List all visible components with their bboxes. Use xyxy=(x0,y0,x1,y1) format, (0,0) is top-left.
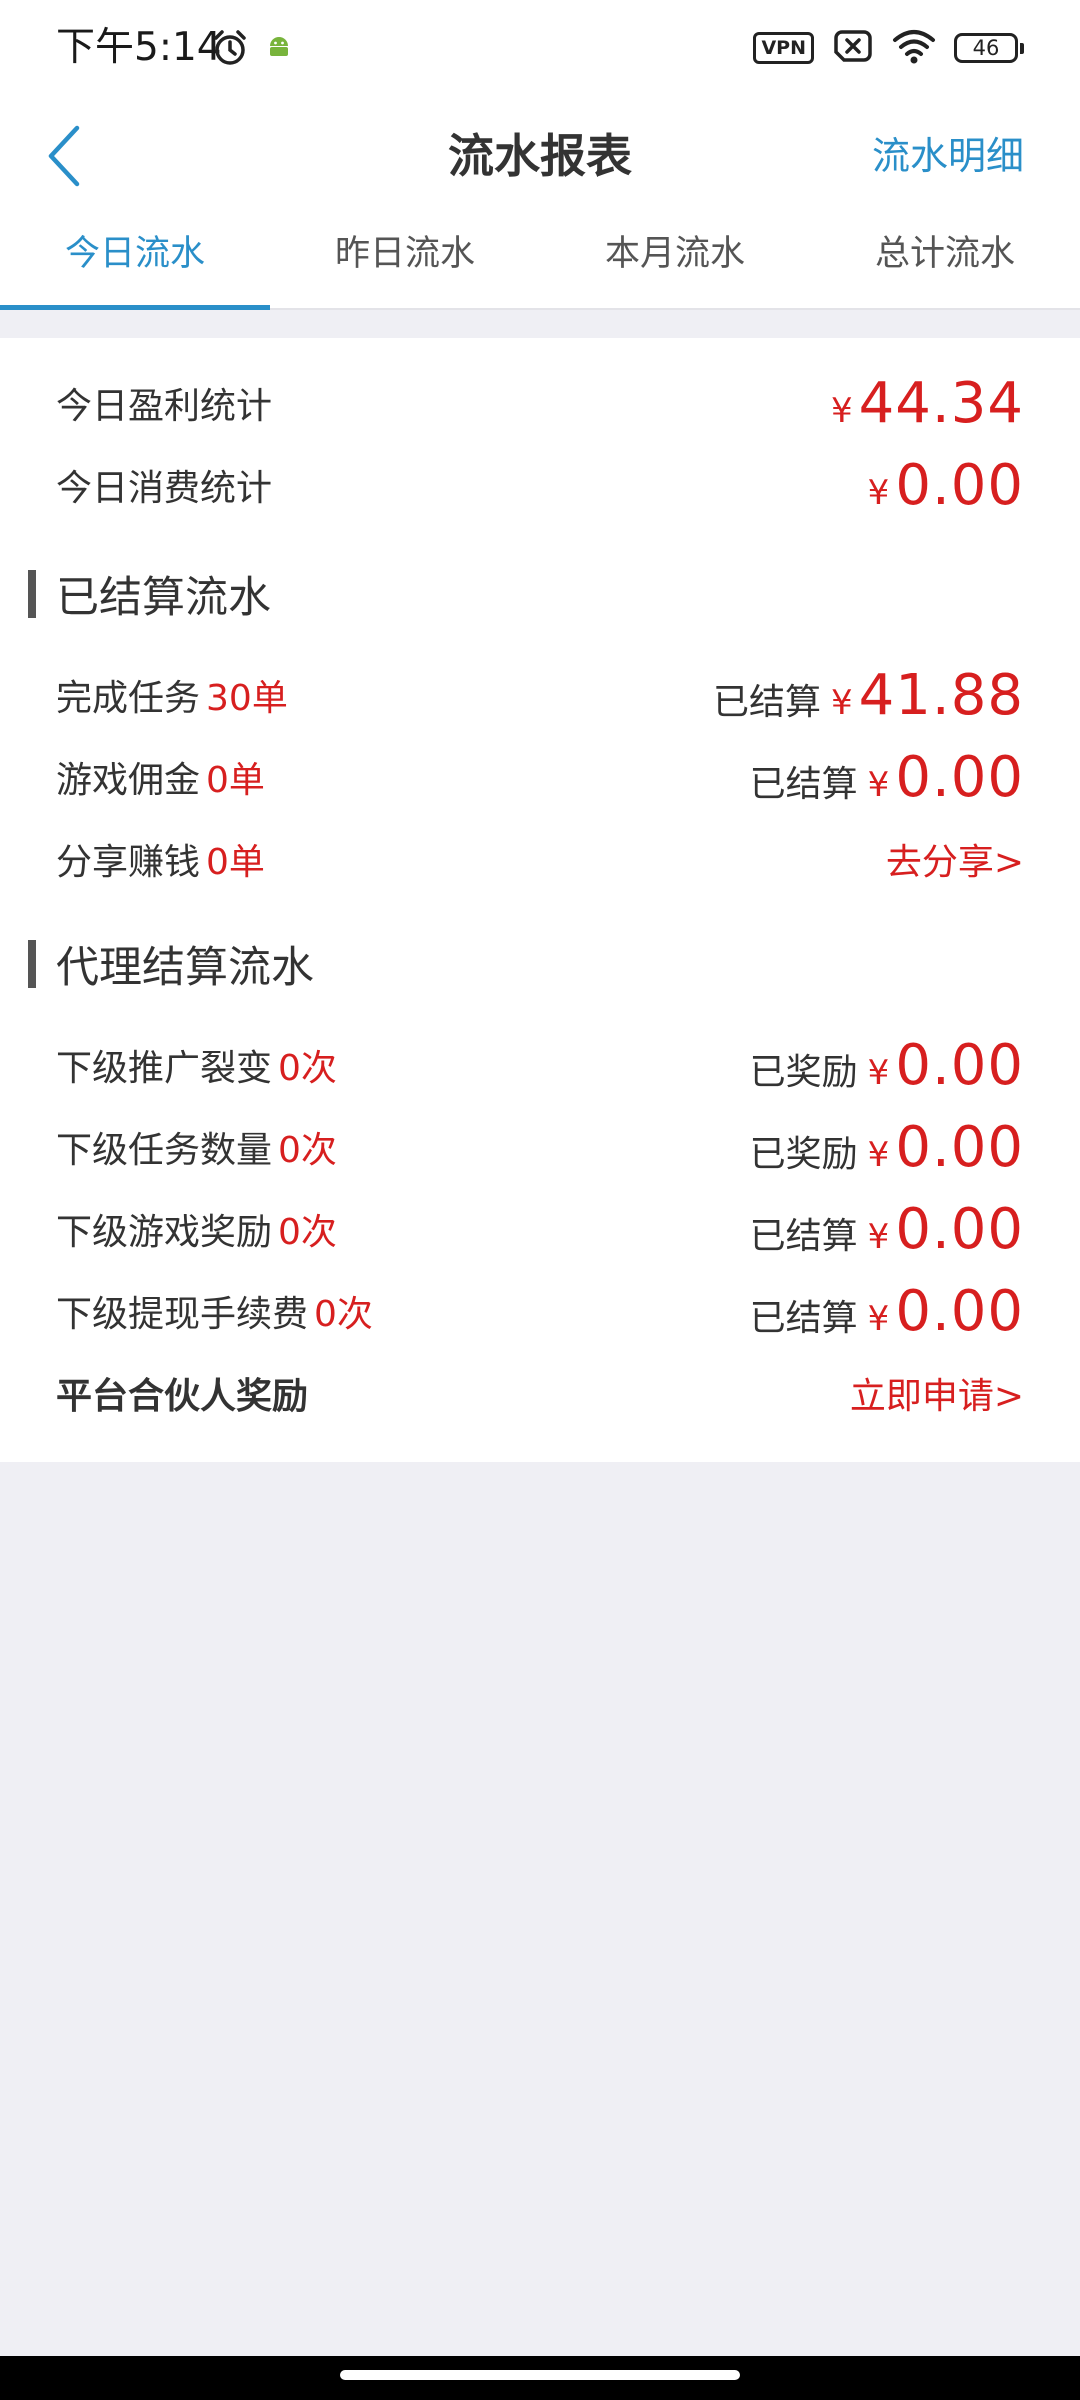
currency-symbol: ¥ xyxy=(831,390,853,431)
profit-value: ¥ 44.34 xyxy=(831,371,1024,436)
wifi-icon xyxy=(892,28,936,68)
currency-symbol: ¥ xyxy=(867,1298,890,1339)
back-button[interactable] xyxy=(30,106,100,206)
row-count: 30单 xyxy=(206,678,288,719)
row-amount: 41.88 xyxy=(858,662,1024,728)
row-amount: 0.00 xyxy=(895,1196,1024,1262)
row-status: 已奖励 xyxy=(749,1133,858,1175)
status-bar: 下午5:14 VPN 46 xyxy=(0,0,1080,96)
row-status: 已结算 xyxy=(749,763,858,805)
tab-this-month[interactable]: 本月流水 xyxy=(540,216,810,308)
status-time: 下午5:14 xyxy=(56,25,222,70)
home-indicator[interactable] xyxy=(340,2370,740,2380)
partner-reward-label: 平台合伙人奖励 xyxy=(56,1376,309,1417)
spend-amount: 0.00 xyxy=(895,452,1024,518)
status-icons: VPN 46 xyxy=(753,28,1024,68)
currency-symbol: ¥ xyxy=(831,682,853,723)
agent-row-tasks: 下级任务数量 0次 已奖励 ¥ 0.00 xyxy=(56,1106,1024,1188)
row-value: 已结算 ¥ 0.00 xyxy=(750,1279,1024,1344)
row-status: 已奖励 xyxy=(749,1051,858,1093)
row-count: 0次 xyxy=(278,1048,337,1089)
profit-label: 今日盈利统计 xyxy=(56,386,273,427)
chevron-left-icon xyxy=(48,125,80,187)
agent-row-withdraw-fee: 下级提现手续费 0次 已结算 ¥ 0.00 xyxy=(56,1270,1024,1352)
vpn-icon: VPN xyxy=(753,32,814,64)
app-header: 流水报表 流水明细 xyxy=(0,96,1080,216)
row-amount: 0.00 xyxy=(895,1032,1024,1098)
row-count: 0单 xyxy=(206,842,265,883)
row-label: 完成任务 30单 xyxy=(56,678,288,719)
section-title: 代理结算流水 xyxy=(56,943,314,993)
row-count: 0单 xyxy=(206,760,265,801)
row-label: 下级提现手续费 0次 xyxy=(56,1294,373,1335)
row-value: 已结算 ¥ 0.00 xyxy=(750,745,1024,810)
summary-profit-row: 今日盈利统计 ¥ 44.34 xyxy=(56,362,1024,444)
section-marker xyxy=(28,940,36,988)
spend-value: ¥ 0.00 xyxy=(868,453,1024,518)
summary-spend-row: 今日消费统计 ¥ 0.00 xyxy=(56,444,1024,526)
currency-symbol: ¥ xyxy=(867,472,890,513)
agent-row-referral: 下级推广裂变 0次 已奖励 ¥ 0.00 xyxy=(56,1024,1024,1106)
settled-row-game: 游戏佣金 0单 已结算 ¥ 0.00 xyxy=(56,736,1024,818)
tab-bar: 今日流水 昨日流水 本月流水 总计流水 xyxy=(0,216,1080,310)
row-value: 已奖励 ¥ 0.00 xyxy=(750,1033,1024,1098)
row-label: 下级推广裂变 0次 xyxy=(56,1048,337,1089)
settled-row-tasks: 完成任务 30单 已结算 ¥ 41.88 xyxy=(56,654,1024,736)
currency-symbol: ¥ xyxy=(867,1052,890,1093)
row-amount: 0.00 xyxy=(895,1278,1024,1344)
agent-section-header: 代理结算流水 xyxy=(28,929,1024,999)
section-title: 已结算流水 xyxy=(56,573,271,623)
settled-row-share: 分享赚钱 0单 去分享> xyxy=(56,818,1024,900)
row-status: 已结算 xyxy=(749,1297,858,1339)
system-nav-bar xyxy=(0,2356,1080,2400)
row-value: 已奖励 ¥ 0.00 xyxy=(750,1115,1024,1180)
row-count: 0次 xyxy=(278,1130,337,1171)
settled-section-header: 已结算流水 xyxy=(28,559,1024,629)
row-status: 已结算 xyxy=(713,681,822,723)
alarm-icon xyxy=(210,28,250,72)
tab-today[interactable]: 今日流水 xyxy=(0,216,270,310)
currency-symbol: ¥ xyxy=(867,1134,890,1175)
spend-label: 今日消费统计 xyxy=(56,468,273,509)
report-card: 今日盈利统计 ¥ 44.34 今日消费统计 ¥ 0.00 已结算流水 完成任务 3… xyxy=(0,338,1080,1462)
currency-symbol: ¥ xyxy=(867,1216,890,1257)
row-value: 已结算 ¥ 0.00 xyxy=(750,1197,1024,1262)
profit-amount: 44.34 xyxy=(858,370,1024,436)
tab-total[interactable]: 总计流水 xyxy=(810,216,1080,308)
row-count: 0次 xyxy=(278,1212,337,1253)
battery-icon: 46 xyxy=(954,33,1024,63)
row-status: 已结算 xyxy=(749,1215,858,1257)
tab-yesterday[interactable]: 昨日流水 xyxy=(270,216,540,308)
row-value: 已结算 ¥ 41.88 xyxy=(713,663,1024,728)
row-amount: 0.00 xyxy=(895,1114,1024,1180)
row-amount: 0.00 xyxy=(895,744,1024,810)
partner-reward-row: 平台合伙人奖励 立即申请> xyxy=(56,1352,1024,1434)
agent-row-game: 下级游戏奖励 0次 已结算 ¥ 0.00 xyxy=(56,1188,1024,1270)
apply-now-link[interactable]: 立即申请> xyxy=(850,1367,1024,1419)
row-label: 分享赚钱 0单 xyxy=(56,842,265,883)
detail-link[interactable]: 流水明细 xyxy=(872,96,1024,216)
sim-none-icon xyxy=(832,29,874,67)
section-marker xyxy=(28,570,36,618)
row-label: 下级任务数量 0次 xyxy=(56,1130,337,1171)
row-count: 0次 xyxy=(314,1294,373,1335)
go-share-link[interactable]: 去分享> xyxy=(886,833,1024,885)
row-label: 下级游戏奖励 0次 xyxy=(56,1212,337,1253)
currency-symbol: ¥ xyxy=(867,764,890,805)
row-label: 游戏佣金 0单 xyxy=(56,760,265,801)
android-icon xyxy=(266,34,292,64)
